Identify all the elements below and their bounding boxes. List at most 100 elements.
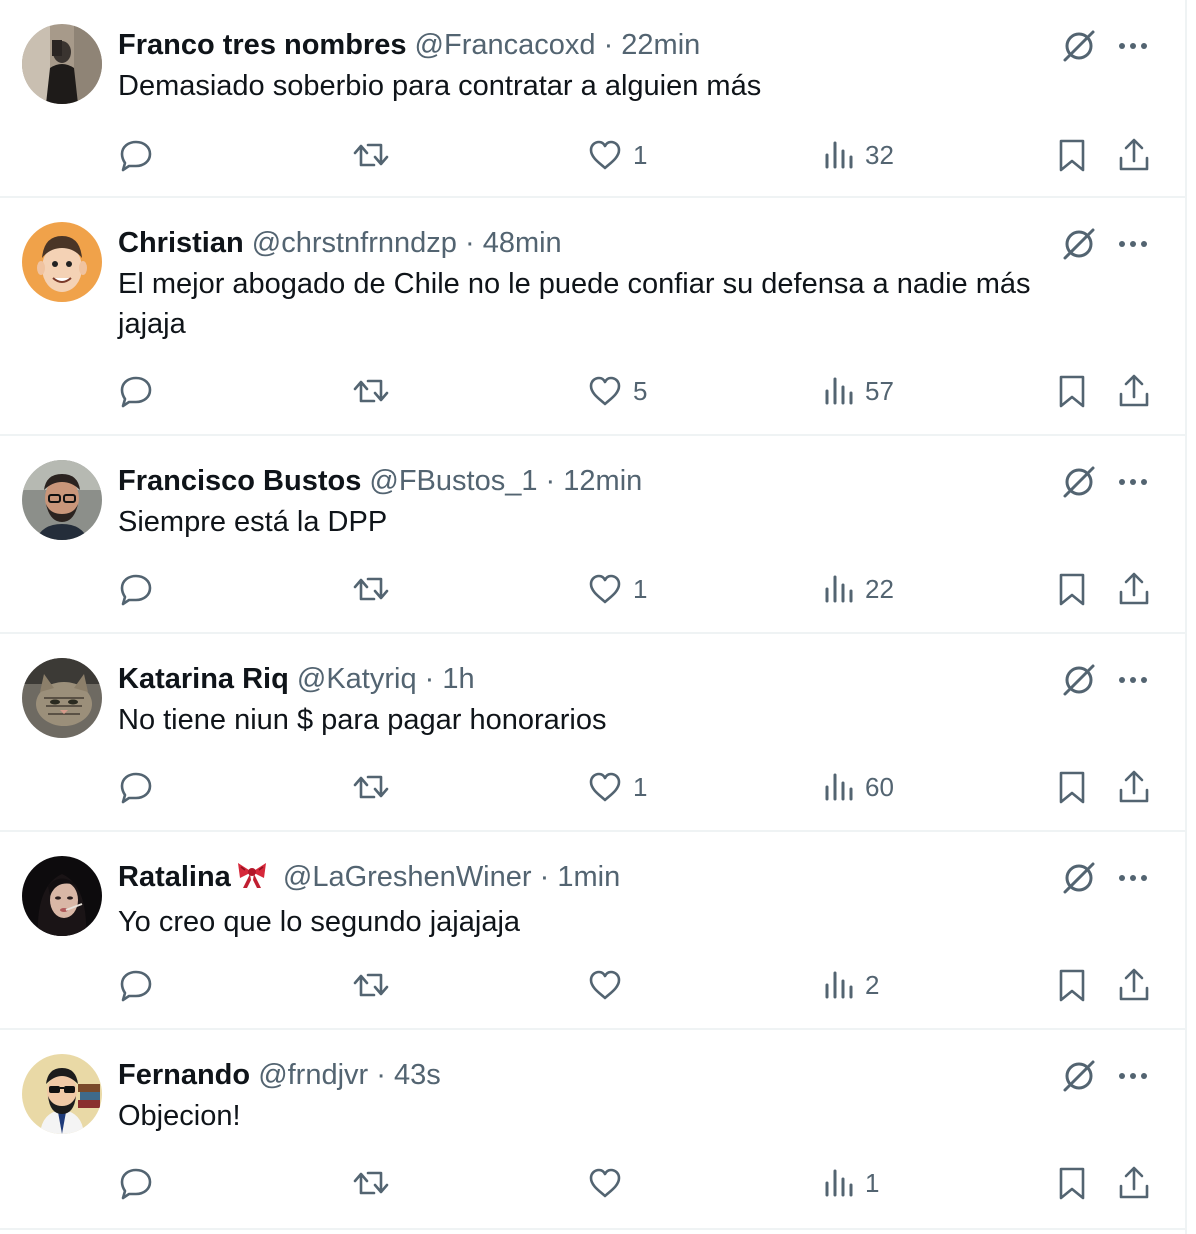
share-button[interactable] <box>1117 564 1151 614</box>
views-button[interactable]: 2 <box>823 960 879 1010</box>
reply-button[interactable] <box>118 564 154 614</box>
timestamp[interactable]: 1min <box>557 861 620 893</box>
more-icon[interactable] <box>1115 660 1151 700</box>
retweet-button[interactable] <box>352 1158 390 1208</box>
heart-icon <box>589 376 621 406</box>
reply-button[interactable] <box>118 366 154 416</box>
like-button[interactable]: 1 <box>587 130 647 180</box>
tweet-header: Ratalina @LaGreshenWiner · 1min <box>118 856 1085 902</box>
like-button[interactable] <box>587 1158 633 1208</box>
view-count: 57 <box>865 375 894 406</box>
like-button[interactable]: 5 <box>587 366 647 416</box>
timestamp[interactable]: 48min <box>483 227 562 259</box>
avatar[interactable] <box>22 856 102 936</box>
grok-icon[interactable] <box>1059 224 1099 264</box>
author-name[interactable]: Francisco Bustos <box>118 465 361 497</box>
retweet-icon <box>353 577 389 601</box>
share-icon <box>1119 572 1149 605</box>
bookmark-button[interactable] <box>1056 366 1088 416</box>
tweet-content: Ratalina @LaGreshenWiner · 1min Yo creo … <box>118 856 1085 942</box>
author-name[interactable]: Katarina Riq <box>118 663 289 695</box>
share-button[interactable] <box>1117 130 1151 180</box>
author-handle[interactable]: @chrstnfrnndzp <box>252 227 457 259</box>
retweet-button[interactable] <box>352 762 390 812</box>
avatar[interactable] <box>22 658 102 738</box>
tweet[interactable]: Katarina Riq @Katyriq · 1h No tiene niun… <box>0 634 1185 832</box>
timestamp[interactable]: 22min <box>621 29 700 61</box>
timestamp[interactable]: 43s <box>394 1059 441 1091</box>
author-handle[interactable]: @Francacoxd <box>415 29 596 61</box>
views-icon <box>825 575 853 603</box>
share-button[interactable] <box>1117 960 1151 1010</box>
tweet[interactable]: Christian @chrstnfrnndzp · 48min El mejo… <box>0 198 1185 436</box>
bookmark-button[interactable] <box>1056 960 1088 1010</box>
share-button[interactable] <box>1117 366 1151 416</box>
grok-icon[interactable] <box>1059 858 1099 898</box>
reply-button[interactable] <box>118 130 154 180</box>
avatar[interactable] <box>22 460 102 540</box>
more-icon[interactable] <box>1115 26 1151 66</box>
reply-icon <box>120 970 152 1002</box>
grok-icon[interactable] <box>1059 660 1099 700</box>
views-button[interactable]: 22 <box>823 564 894 614</box>
tweet[interactable]: Francisco Bustos @FBustos_1 · 12min Siem… <box>0 436 1185 634</box>
separator: · <box>464 227 475 259</box>
bookmark-button[interactable] <box>1056 564 1088 614</box>
view-count: 32 <box>865 139 894 170</box>
author-name[interactable]: Ratalina <box>118 861 231 893</box>
more-icon[interactable] <box>1115 1056 1151 1096</box>
author-handle[interactable]: @FBustos_1 <box>369 465 537 497</box>
grok-icon[interactable] <box>1059 1056 1099 1096</box>
author-handle[interactable]: @frndjvr <box>258 1059 368 1091</box>
grok-icon[interactable] <box>1059 462 1099 502</box>
like-count: 5 <box>633 375 648 406</box>
reply-icon <box>120 140 152 172</box>
bookmark-button[interactable] <box>1056 130 1088 180</box>
share-button[interactable] <box>1117 1158 1151 1208</box>
views-button[interactable]: 1 <box>823 1158 879 1208</box>
avatar[interactable] <box>22 24 102 104</box>
reply-button[interactable] <box>118 762 154 812</box>
retweet-button[interactable] <box>352 564 390 614</box>
share-button[interactable] <box>1117 762 1151 812</box>
action-bar: 1 60 <box>0 762 1185 812</box>
more-icon[interactable] <box>1115 858 1151 898</box>
share-icon <box>1119 138 1149 171</box>
view-count: 22 <box>865 573 894 604</box>
bookmark-button[interactable] <box>1056 762 1088 812</box>
tweet-content: Katarina Riq @Katyriq · 1h No tiene niun… <box>118 658 1085 740</box>
retweet-button[interactable] <box>352 960 390 1010</box>
timestamp[interactable]: 12min <box>563 465 642 497</box>
views-button[interactable]: 60 <box>823 762 894 812</box>
avatar[interactable] <box>22 1054 102 1134</box>
author-handle[interactable]: @LaGreshenWiner <box>283 861 532 893</box>
more-icon[interactable] <box>1115 462 1151 502</box>
avatar[interactable] <box>22 222 102 302</box>
more-icon[interactable] <box>1115 224 1151 264</box>
like-count: 1 <box>633 139 648 170</box>
author-handle[interactable]: @Katyriq <box>297 663 417 695</box>
separator: · <box>539 861 550 893</box>
like-button[interactable] <box>587 960 633 1010</box>
reply-button[interactable] <box>118 1158 154 1208</box>
grok-icon[interactable] <box>1059 26 1099 66</box>
retweet-button[interactable] <box>352 366 390 416</box>
retweet-icon <box>353 973 389 997</box>
views-icon <box>825 377 853 405</box>
bookmark-button[interactable] <box>1056 1158 1088 1208</box>
tweet[interactable]: Ratalina @LaGreshenWiner · 1min Yo creo … <box>0 832 1185 1030</box>
like-button[interactable]: 1 <box>587 762 647 812</box>
author-name[interactable]: Fernando <box>118 1059 250 1091</box>
timestamp[interactable]: 1h <box>442 663 474 695</box>
author-name[interactable]: Christian <box>118 227 244 259</box>
reply-icon <box>120 376 152 408</box>
tweet-header: Fernando @frndjvr · 43s <box>118 1054 1085 1096</box>
tweet[interactable]: Fernando @frndjvr · 43s Objecion! 1 <box>0 1030 1185 1230</box>
tweet[interactable]: Franco tres nombres @Francacoxd · 22min … <box>0 0 1185 198</box>
retweet-button[interactable] <box>352 130 390 180</box>
views-button[interactable]: 32 <box>823 130 894 180</box>
reply-button[interactable] <box>118 960 154 1010</box>
like-button[interactable]: 1 <box>587 564 647 614</box>
views-button[interactable]: 57 <box>823 366 894 416</box>
author-name[interactable]: Franco tres nombres <box>118 29 406 61</box>
